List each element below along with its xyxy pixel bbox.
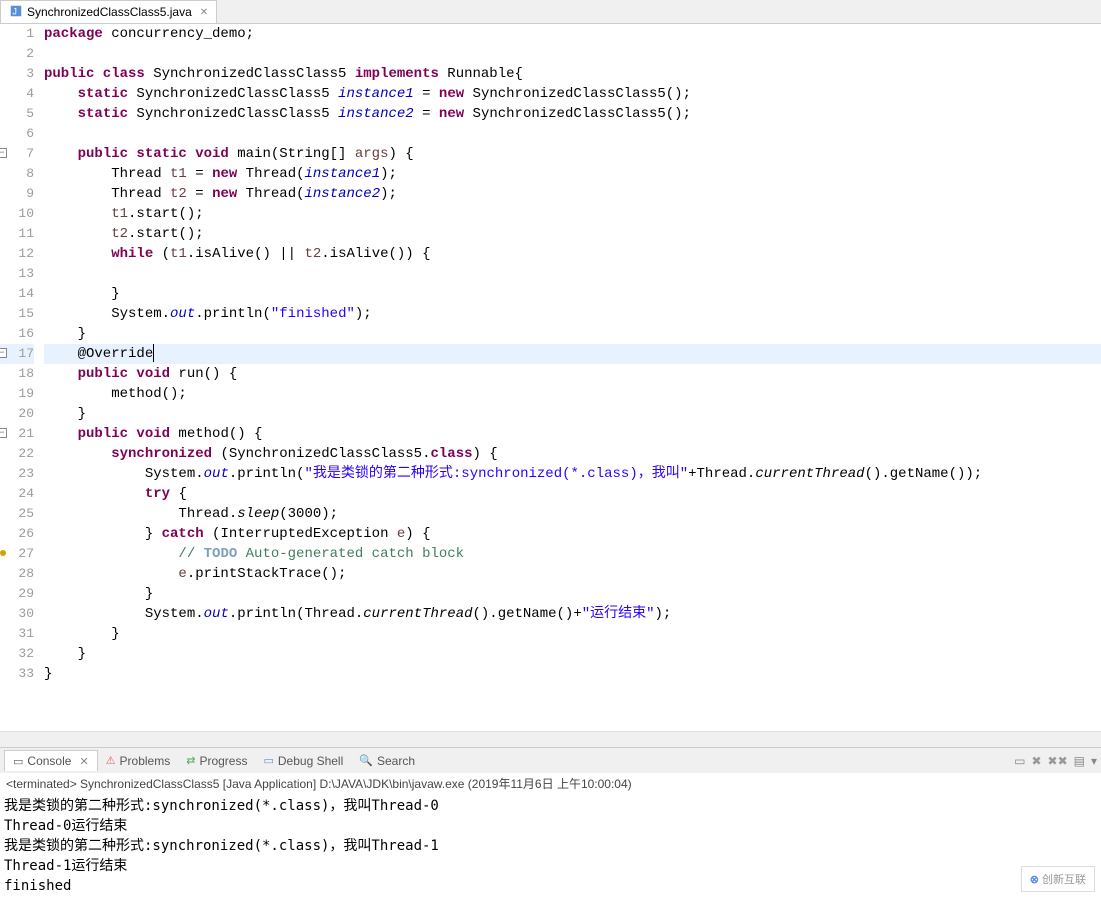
progress-icon: ⇄ [186,754,195,767]
search-icon: 🔍 [359,754,373,767]
tab-console[interactable]: ▭ Console ✕ [4,750,98,771]
close-icon[interactable]: ✕ [200,7,208,18]
editor-tab[interactable]: J SynchronizedClassClass5.java ✕ [0,0,217,23]
console-status: <terminated> SynchronizedClassClass5 [Ja… [0,773,1101,794]
tab-debug-shell[interactable]: ▭ Debug Shell [255,751,351,771]
remove-all-icon[interactable]: ✖ [1031,754,1041,768]
pin-console-icon[interactable]: ▾ [1091,754,1097,768]
line-number-gutter: 123456−78910111213141516−17181920−212223… [0,24,40,731]
java-file-icon: J [9,4,23,21]
close-icon[interactable]: ✕ [79,755,88,768]
debug-shell-icon: ▭ [263,754,273,767]
console-icon: ▭ [13,755,23,768]
terminate-all-icon[interactable]: ✖✖ [1048,754,1068,768]
tab-problems[interactable]: ⚠ Problems [98,751,179,771]
code-area[interactable]: package concurrency_demo;public class Sy… [40,24,1101,731]
bottom-tab-bar: ▭ Console ✕ ⚠ Problems ⇄ Progress ▭ Debu… [0,747,1101,773]
clear-console-icon[interactable]: ▤ [1074,754,1085,768]
svg-text:J: J [13,6,17,16]
editor-tab-bar: J SynchronizedClassClass5.java ✕ [0,0,1101,24]
console-toolbar: ▭ ✖ ✖✖ ▤ ▾ [1014,754,1097,768]
remove-launch-icon[interactable]: ▭ [1014,754,1025,768]
tab-filename: SynchronizedClassClass5.java [27,5,192,19]
watermark-logo: ⊗ 创新互联 [1021,866,1095,892]
horizontal-scrollbar[interactable] [0,731,1101,747]
console-output[interactable]: 我是类锁的第二种形式:synchronized(*.class)，我叫Threa… [0,794,1101,898]
tab-progress[interactable]: ⇄ Progress [178,751,255,771]
tab-search[interactable]: 🔍 Search [351,751,423,771]
problems-icon: ⚠ [106,754,116,767]
code-editor[interactable]: 123456−78910111213141516−17181920−212223… [0,24,1101,731]
